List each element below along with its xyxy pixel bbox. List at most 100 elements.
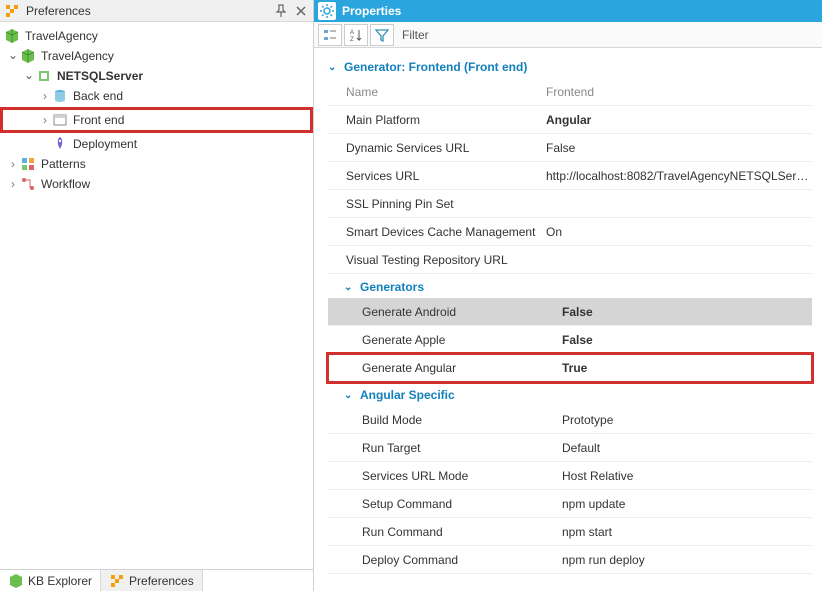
tree-patterns[interactable]: Patterns <box>0 154 313 174</box>
preferences-icon <box>109 573 125 589</box>
prop-val[interactable]: True <box>560 361 812 375</box>
prop-val[interactable]: npm run deploy <box>560 553 812 567</box>
group-angular[interactable]: ⌄ Angular Specific <box>328 382 812 406</box>
tree-workflow-label: Workflow <box>38 176 93 192</box>
highlight-frontend: Front end <box>0 107 313 133</box>
alphabetical-button[interactable]: AZ <box>344 24 368 46</box>
filter-label: Filter <box>396 28 435 42</box>
properties-title: Properties <box>342 4 401 18</box>
group-generator-title: Generator: Frontend (Front end) <box>344 60 527 74</box>
collapse-icon[interactable] <box>38 113 52 127</box>
preferences-tree[interactable]: TravelAgency TravelAgency NETSQLServer B… <box>0 22 313 569</box>
tree-root[interactable]: TravelAgency <box>0 26 313 46</box>
tree-frontend[interactable]: Front end <box>3 110 310 130</box>
table-row[interactable]: Services URL ModeHost Relative <box>328 462 812 490</box>
prop-key: Run Command <box>360 525 560 539</box>
prop-key: Build Mode <box>360 413 560 427</box>
prop-key: SSL Pinning Pin Set <box>344 197 544 211</box>
preferences-icon <box>4 3 20 19</box>
categorize-button[interactable] <box>318 24 342 46</box>
prop-key: Smart Devices Cache Management <box>344 225 544 239</box>
preferences-title: Preferences <box>24 4 269 18</box>
tree-deployment-label: Deployment <box>70 136 140 152</box>
prop-val[interactable]: Host Relative <box>560 469 812 483</box>
prop-key: Generate Angular <box>360 361 560 375</box>
prop-key: Services URL <box>344 169 544 183</box>
table-row[interactable]: Setup Commandnpm update <box>328 490 812 518</box>
prop-val[interactable]: False <box>560 333 812 347</box>
prop-key: Generate Android <box>360 305 560 319</box>
workflow-icon <box>20 176 36 192</box>
collapse-icon[interactable] <box>6 157 20 171</box>
prop-key: Main Platform <box>344 113 544 127</box>
prop-val[interactable]: On <box>544 225 812 239</box>
table-row[interactable]: Generate AngularTrue <box>328 354 812 382</box>
window-icon <box>52 112 68 128</box>
table-row[interactable]: Generate AndroidFalse <box>328 298 812 326</box>
table-row[interactable]: Generate AppleFalse <box>328 326 812 354</box>
tree-backend[interactable]: Back end <box>0 86 313 106</box>
tree-deployment[interactable]: Deployment <box>0 134 313 154</box>
prop-val[interactable]: http://localhost:8082/TravelAgencyNETSQL… <box>544 169 812 183</box>
table-row[interactable]: Dynamic Services URLFalse <box>328 134 812 162</box>
prop-val[interactable]: Prototype <box>560 413 812 427</box>
tree-agency[interactable]: TravelAgency <box>0 46 313 66</box>
filter-button[interactable] <box>370 24 394 46</box>
chevron-down-icon: ⌄ <box>344 390 356 401</box>
patterns-icon <box>20 156 36 172</box>
cube-icon <box>20 48 36 64</box>
prop-val[interactable]: Default <box>560 441 812 455</box>
tree-root-label: TravelAgency <box>22 28 101 44</box>
environment-icon <box>36 68 52 84</box>
gear-icon <box>318 2 336 20</box>
table-row[interactable]: Run TargetDefault <box>328 434 812 462</box>
table-row[interactable]: Services URLhttp://localhost:8082/Travel… <box>328 162 812 190</box>
tree-backend-label: Back end <box>70 88 126 104</box>
cube-icon <box>4 28 20 44</box>
svg-text:Z: Z <box>350 37 354 43</box>
properties-grid[interactable]: ⌄ Generator: Frontend (Front end) Name F… <box>314 48 822 591</box>
prop-val[interactable]: False <box>560 305 812 319</box>
group-generator[interactable]: ⌄ Generator: Frontend (Front end) <box>328 54 812 78</box>
pin-icon[interactable] <box>273 3 289 19</box>
collapse-icon[interactable] <box>6 177 20 191</box>
table-row[interactable]: SSL Pinning Pin Set <box>328 190 812 218</box>
properties-header: Properties <box>314 0 822 22</box>
prop-val[interactable]: npm update <box>560 497 812 511</box>
tab-preferences[interactable]: Preferences <box>101 570 203 591</box>
tab-preferences-label: Preferences <box>129 574 194 588</box>
prop-val[interactable]: npm start <box>560 525 812 539</box>
table-row[interactable]: Run Commandnpm start <box>328 518 812 546</box>
table-row[interactable]: Visual Testing Repository URL <box>328 246 812 274</box>
tab-kb-explorer[interactable]: KB Explorer <box>0 570 101 591</box>
group-generators[interactable]: ⌄ Generators <box>328 274 812 298</box>
rocket-icon <box>52 136 68 152</box>
prop-key: Dynamic Services URL <box>344 141 544 155</box>
chevron-down-icon: ⌄ <box>344 282 356 293</box>
collapse-icon[interactable] <box>38 89 52 103</box>
col-value-header: Frontend <box>544 85 812 99</box>
close-icon[interactable] <box>293 3 309 19</box>
prop-key: Services URL Mode <box>360 469 560 483</box>
table-row: Name Frontend <box>328 78 812 106</box>
tree-server[interactable]: NETSQLServer <box>0 66 313 86</box>
prop-val[interactable]: False <box>544 141 812 155</box>
expand-icon[interactable] <box>22 69 36 83</box>
expand-icon[interactable] <box>6 49 20 63</box>
datastore-icon <box>52 88 68 104</box>
properties-panel: Properties AZ Filter ⌄ Generator: Fronte… <box>314 0 822 591</box>
prop-key: Visual Testing Repository URL <box>344 253 544 267</box>
table-row[interactable]: Smart Devices Cache ManagementOn <box>328 218 812 246</box>
table-row[interactable]: Build ModePrototype <box>328 406 812 434</box>
properties-toolbar: AZ Filter <box>314 22 822 48</box>
table-row[interactable]: Deploy Commandnpm run deploy <box>328 546 812 574</box>
tree-workflow[interactable]: Workflow <box>0 174 313 194</box>
tree-frontend-label: Front end <box>70 112 127 128</box>
svg-text:A: A <box>350 30 354 36</box>
prop-val[interactable]: Angular <box>544 113 812 127</box>
tab-kb-explorer-label: KB Explorer <box>28 574 92 588</box>
prop-key: Setup Command <box>360 497 560 511</box>
table-row[interactable]: Main PlatformAngular <box>328 106 812 134</box>
chevron-down-icon: ⌄ <box>328 62 340 73</box>
preferences-panel: Preferences TravelAgency TravelAgency <box>0 0 314 591</box>
